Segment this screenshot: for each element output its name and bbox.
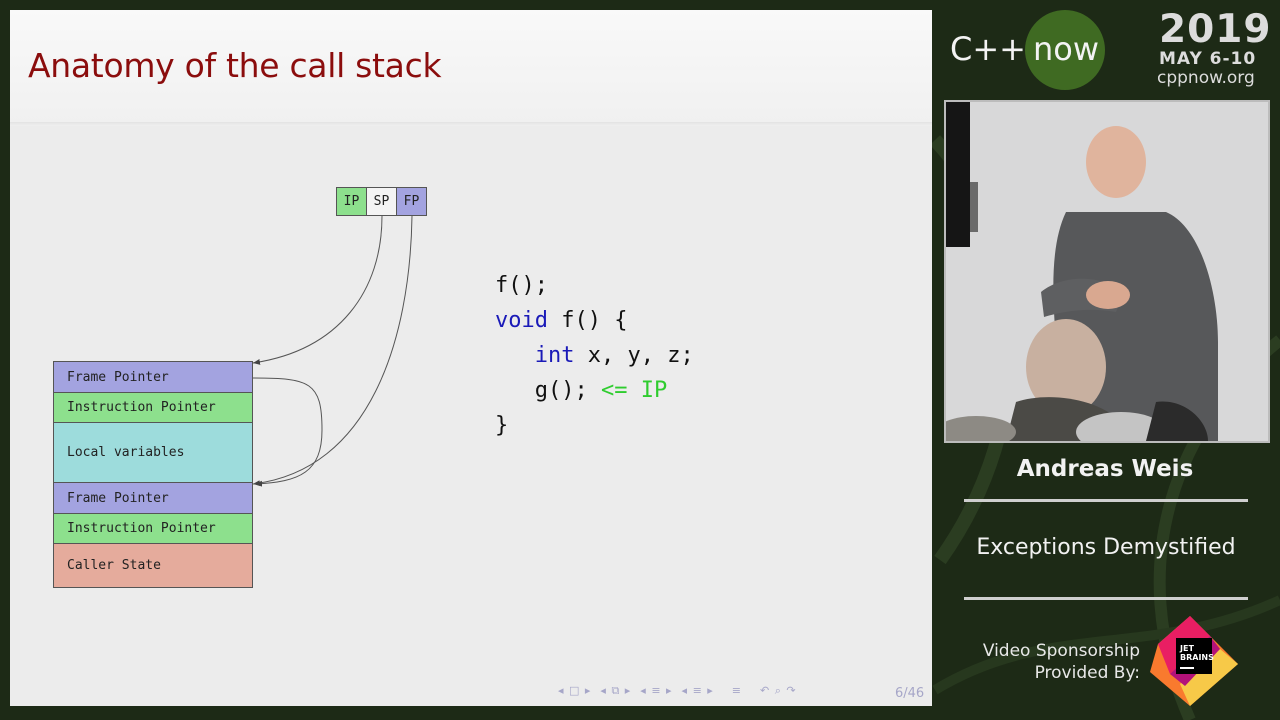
sponsor-line-2: Provided By:	[1034, 663, 1140, 683]
cppnow-logo-text: C++	[950, 30, 1026, 68]
sp-arrow	[252, 215, 383, 365]
code-text: f() {	[547, 308, 628, 333]
code-keyword: int	[534, 343, 575, 368]
jetbrains-logo-text-top: JET	[1179, 644, 1194, 653]
code-line: g(); <= IP	[495, 373, 694, 408]
divider	[964, 499, 1248, 502]
pointer-arrows	[252, 215, 413, 487]
jetbrains-logo: JET BRAINS	[1150, 616, 1238, 706]
event-year: 2019	[1159, 7, 1272, 52]
ip-marker: <= IP	[600, 378, 668, 403]
code-keyword: void	[495, 308, 548, 333]
code-text: f();	[495, 273, 548, 298]
code-line: void f() {	[495, 303, 694, 338]
code-line: f();	[495, 268, 694, 303]
code-text: g();	[534, 378, 601, 403]
saved-fp-arrow	[252, 377, 323, 487]
jetbrains-logo-text-bottom: BRAINS	[1180, 653, 1214, 662]
page-number: 6/46	[895, 686, 925, 701]
code-block: f(); void f() { int x, y, z; g(); <= IP …	[495, 268, 694, 443]
divider	[964, 597, 1248, 600]
talk-title: Exceptions Demystified	[976, 535, 1236, 560]
code-line: }	[495, 408, 694, 443]
sponsor-line-1: Video Sponsorship	[982, 641, 1140, 661]
event-site: cppnow.org	[1157, 68, 1255, 88]
beamer-navigation[interactable]: ◂ □ ▸ ◂ ⧉ ▸ ◂ ≡ ▸ ◂ ≡ ▸ ≡ ↶ ⌕ ↷	[558, 684, 797, 698]
speaker-video-image	[946, 102, 1268, 441]
speaker-video	[944, 100, 1270, 443]
cppnow-logo-now: now	[1032, 30, 1100, 68]
speaker-name: Andreas Weis	[1016, 456, 1194, 482]
code-line: int x, y, z;	[495, 338, 694, 373]
code-text: x, y, z;	[574, 343, 694, 368]
fp-arrow	[252, 215, 413, 487]
slide: Anatomy of the call stack IP SP FP Frame…	[10, 10, 932, 706]
code-text: }	[495, 413, 509, 438]
event-dates: MAY 6-10	[1159, 49, 1257, 69]
